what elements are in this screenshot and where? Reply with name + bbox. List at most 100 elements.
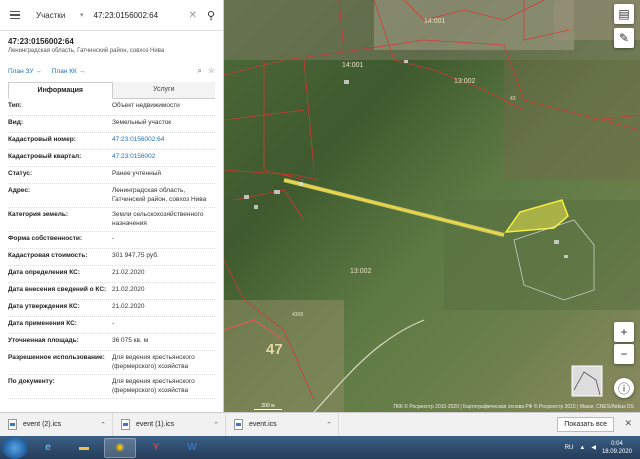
layers-icon[interactable]: ▤ <box>614 4 634 24</box>
search-input[interactable]: 47:23:0156002:64 <box>94 11 189 20</box>
row-key: Кадастровый номер: <box>8 136 76 143</box>
row-key: Разрешенное использование: <box>8 354 105 361</box>
share-icon[interactable]: ☆ <box>208 66 215 76</box>
row-key: Статус: <box>8 170 33 177</box>
calendar-file-icon <box>121 419 130 430</box>
folder-icon[interactable]: ▬ <box>68 438 100 458</box>
info-icon[interactable]: ⓘ <box>614 378 634 398</box>
info-row: Форма собственности: - <box>8 232 215 249</box>
chevron-up-icon[interactable]: ⌃ <box>100 421 106 429</box>
map-label-47: 47 <box>266 341 283 358</box>
row-key: Категория земель: <box>8 211 69 218</box>
info-row: Вид: Земельный участок <box>8 116 215 133</box>
row-key: Кадастровая стоимость: <box>8 252 88 259</box>
calendar-file-icon <box>8 419 17 430</box>
info-row: Дата определения КС: 21.02.2020 <box>8 266 215 283</box>
show-all-button[interactable]: Показать все <box>557 417 614 432</box>
info-row: Уточненная площадь: 36 075 кв. м <box>8 334 215 351</box>
download-item[interactable]: event (2).ics ⌃ <box>0 413 113 436</box>
language-indicator[interactable]: RU <box>565 445 574 451</box>
info-row: Кадастровый квартал: 47:23:0156002 <box>8 150 215 167</box>
page: 14:001 14:001 13:002 13:002 47 4308 43 ▤… <box>0 0 640 459</box>
download-filename: event.ics <box>249 421 277 428</box>
plan-links: План ЗУ → План КК → ⌕ ☆ <box>0 56 223 80</box>
row-key: Тип: <box>8 102 22 109</box>
info-row: Кадастровый номер: 47:23:0156002:64 <box>8 133 215 150</box>
map-layer <box>224 0 640 412</box>
info-row: Категория земель: Земли сельскохозяйствен… <box>8 208 215 232</box>
row-key: По документу: <box>8 378 55 385</box>
info-row: Кадастровая стоимость: 301 947,75 руб. <box>8 249 215 266</box>
row-value: 21.02.2020 <box>112 286 145 293</box>
actions: ⌕ ☆ <box>197 66 215 76</box>
row-key: Адрес: <box>8 187 31 194</box>
object-title: 47:23:0156002:64 <box>8 37 74 46</box>
close-icon[interactable]: ✕ <box>189 10 197 21</box>
cadastral-quarter-link[interactable]: 47:23:0156002 <box>112 153 215 162</box>
tab-services[interactable]: Услуги <box>112 82 215 98</box>
system-tray: RU ▲ ◀ 0:04 18.09.2020 <box>565 436 632 459</box>
ruler-icon[interactable]: ✎ <box>614 28 634 48</box>
menu-icon[interactable] <box>10 7 26 23</box>
row-value: Для ведения крестьянского (фермерского) … <box>112 378 195 394</box>
row-value: - <box>112 235 115 242</box>
row-value: 21.02.2020 <box>112 269 145 276</box>
chrome-icon[interactable]: ◉ <box>104 437 136 458</box>
network-icon[interactable]: ▲ <box>579 445 585 451</box>
map-view[interactable]: 14:001 14:001 13:002 13:002 47 4308 43 ▤… <box>224 0 640 412</box>
word-icon[interactable]: W <box>176 438 208 458</box>
row-value: Для ведения крестьянского (фермерского) … <box>112 354 195 370</box>
row-value: Земельный участок <box>112 119 172 126</box>
row-key: Дата применения КС: <box>8 320 77 327</box>
row-value: Ленинградская область, Гатчинский район,… <box>112 187 207 203</box>
row-key: Дата внесения сведений о КС: <box>8 286 107 293</box>
chevron-down-icon[interactable]: ▾ <box>80 11 84 19</box>
clock-date: 18.09.2020 <box>601 448 632 455</box>
row-value: 301 947,75 руб. <box>112 252 159 259</box>
search-icon[interactable]: ⚲ <box>207 9 215 22</box>
close-icon[interactable]: ✕ <box>624 418 632 429</box>
map-label: 43 <box>510 96 516 102</box>
row-key: Дата утверждения КС: <box>8 303 80 310</box>
cadastral-number-link[interactable]: 47:23:0156002:64 <box>112 136 215 145</box>
plan-kk-link[interactable]: План КК → <box>52 68 85 75</box>
start-button[interactable] <box>2 436 28 459</box>
taskbar: e ▬ ◉ Y W RU ▲ ◀ 0:04 18.09.2020 <box>0 436 640 459</box>
zoom-in-button[interactable]: + <box>614 322 634 342</box>
plan-zu-link[interactable]: План ЗУ → <box>8 68 42 75</box>
volume-icon[interactable]: ◀ <box>591 444 596 451</box>
map-label: 14:001 <box>342 62 364 69</box>
chevron-up-icon[interactable]: ⌃ <box>213 421 219 429</box>
zoom-out-button[interactable]: − <box>614 344 634 364</box>
info-row: Дата утверждения КС: 21.02.2020 <box>8 300 215 317</box>
row-key: Дата определения КС: <box>8 269 80 276</box>
layer-select[interactable]: Участки <box>36 11 80 20</box>
clock-time: 0:04 <box>611 440 623 447</box>
zoom-to-icon[interactable]: ⌕ <box>197 66 201 76</box>
yandex-icon[interactable]: Y <box>140 438 172 458</box>
info-row: По документу: Для ведения крестьянского (… <box>8 375 215 399</box>
download-item[interactable]: event.ics ⌃ <box>226 413 339 436</box>
map-label: 4308 <box>292 312 304 318</box>
info-row: Тип: Объект недвижимости <box>8 99 215 116</box>
object-subtitle: Ленинградская область, Гатчинский район,… <box>8 48 165 54</box>
map-attribution: ПКК © Росреестр 2010-2020 | Картографиче… <box>393 404 634 410</box>
row-key: Вид: <box>8 119 23 126</box>
download-filename: event (1).ics <box>136 421 175 428</box>
download-filename: event (2).ics <box>23 421 62 428</box>
downloads-bar: event (2).ics ⌃ event (1).ics ⌃ event.ic… <box>0 412 640 436</box>
info-row: Дата внесения сведений о КС: 21.02.2020 <box>8 283 215 300</box>
row-value: Земли сельскохозяйственного назначения <box>112 211 204 227</box>
row-key: Уточненная площадь: <box>8 337 79 344</box>
download-item[interactable]: event (1).ics ⌃ <box>113 413 226 436</box>
map-label: 14:001 <box>424 18 446 25</box>
map-label: 13:002 <box>350 268 372 275</box>
tab-info[interactable]: Информация <box>8 82 113 99</box>
info-row: Дата применения КС: - <box>8 317 215 334</box>
row-value: 36 075 кв. м <box>112 337 149 344</box>
ie-icon[interactable]: e <box>32 438 64 458</box>
clock[interactable]: 0:04 18.09.2020 <box>602 440 632 456</box>
row-key: Форма собственности: <box>8 235 83 242</box>
info-rows: Тип: Объект недвижимости Вид: Земельный уч… <box>0 99 223 399</box>
chevron-up-icon[interactable]: ⌃ <box>326 421 332 429</box>
